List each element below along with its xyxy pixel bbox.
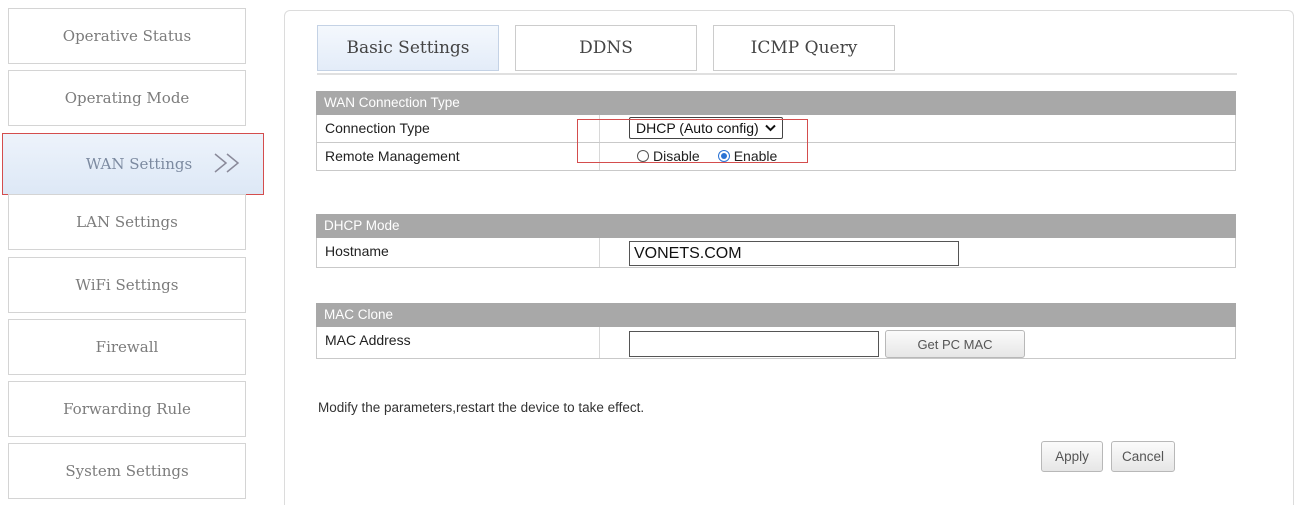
sidebar-item-system-settings[interactable]: System Settings — [8, 443, 246, 499]
tab-ddns[interactable]: DDNS — [515, 25, 697, 71]
apply-button[interactable]: Apply — [1041, 441, 1103, 472]
remote-management-label: Remote Management — [325, 148, 460, 164]
tab-label: ICMP Query — [750, 38, 858, 58]
settings-panel: Basic Settings DDNS ICMP Query WAN Conne… — [284, 10, 1294, 505]
sidebar-item-forwarding-rule[interactable]: Forwarding Rule — [8, 381, 246, 437]
connection-type-label: Connection Type — [325, 120, 430, 136]
mac-clone-section: MAC Clone MAC Address Get PC MAC — [316, 303, 1236, 359]
sidebar-item-label: Operating Mode — [64, 89, 190, 107]
tab-basic-settings[interactable]: Basic Settings — [317, 25, 499, 71]
sidebar-item-operating-mode[interactable]: Operating Mode — [8, 70, 246, 126]
tab-label: Basic Settings — [346, 38, 470, 58]
sidebar: Operative Status Operating Mode WAN Sett… — [0, 0, 270, 505]
sidebar-item-wifi-settings[interactable]: WiFi Settings — [8, 257, 246, 313]
sidebar-item-lan-settings[interactable]: LAN Settings — [8, 194, 246, 250]
tab-underline — [317, 73, 1237, 75]
get-pc-mac-button[interactable]: Get PC MAC — [885, 330, 1025, 358]
hostname-row: Hostname — [316, 238, 1236, 268]
row-divider — [599, 327, 600, 358]
sidebar-item-label: Operative Status — [62, 27, 192, 45]
apply-label: Apply — [1055, 449, 1089, 464]
mac-address-label: MAC Address — [325, 332, 411, 348]
sidebar-item-label: WiFi Settings — [75, 276, 179, 294]
sidebar-item-operative-status[interactable]: Operative Status — [8, 8, 246, 64]
mac-address-row: MAC Address Get PC MAC — [316, 327, 1236, 359]
sidebar-item-label: WAN Settings — [85, 155, 193, 173]
cancel-button[interactable]: Cancel — [1111, 441, 1175, 472]
section-header: WAN Connection Type — [316, 91, 1236, 115]
sidebar-item-label: LAN Settings — [76, 213, 178, 231]
cancel-label: Cancel — [1121, 449, 1165, 464]
dhcp-mode-section: DHCP Mode Hostname — [316, 214, 1236, 268]
tab-bar: Basic Settings DDNS ICMP Query — [317, 23, 1237, 75]
tab-icmp-query[interactable]: ICMP Query — [713, 25, 895, 71]
section-header: MAC Clone — [316, 303, 1236, 327]
sidebar-item-firewall[interactable]: Firewall — [8, 319, 246, 375]
sidebar-item-label: System Settings — [65, 462, 189, 480]
sidebar-item-label: Forwarding Rule — [63, 400, 191, 418]
restart-note: Modify the parameters,restart the device… — [318, 400, 645, 415]
sidebar-item-wan-settings[interactable]: WAN Settings — [2, 133, 264, 195]
hostname-input[interactable] — [629, 241, 959, 266]
connection-type-highlight — [577, 119, 808, 163]
hostname-label: Hostname — [325, 243, 389, 259]
double-chevron-right-icon — [214, 153, 240, 173]
row-divider — [599, 238, 600, 267]
get-pc-mac-label: Get PC MAC — [917, 336, 993, 352]
tab-label: DDNS — [579, 38, 633, 58]
mac-address-input[interactable] — [629, 331, 879, 357]
sidebar-item-label: Firewall — [95, 338, 159, 356]
section-header: DHCP Mode — [316, 214, 1236, 238]
